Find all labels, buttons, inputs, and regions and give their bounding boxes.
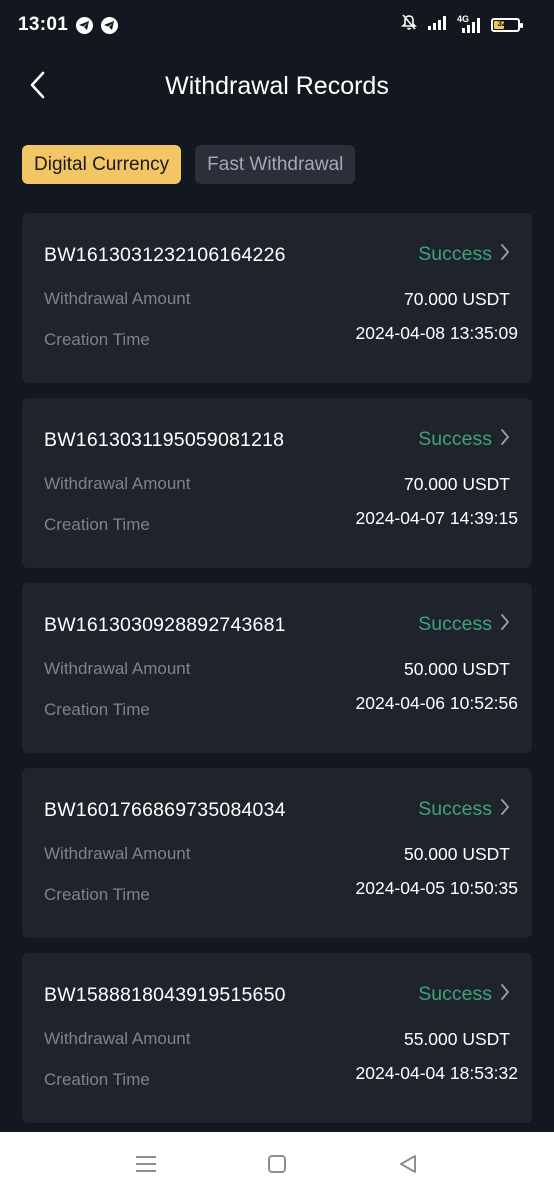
record-card[interactable]: BW1613031232106164226 Success Withdrawal…	[22, 213, 532, 383]
record-status[interactable]: Success	[418, 428, 510, 451]
record-status[interactable]: Success	[418, 243, 510, 266]
amount-label: Withdrawal Amount	[44, 659, 191, 678]
record-status[interactable]: Success	[418, 983, 510, 1006]
home-square-icon	[267, 1154, 287, 1179]
header: Withdrawal Records	[0, 56, 554, 116]
tab-digital-currency[interactable]: Digital Currency	[22, 145, 182, 184]
mute-icon	[401, 14, 417, 36]
record-id: BW1613031232106164226	[44, 244, 286, 266]
status-bar: 13:01 4G 32%	[0, 0, 554, 50]
status-left: 13:01	[18, 14, 119, 36]
record-id: BW1613030928892743681	[44, 614, 286, 636]
status-text: Success	[418, 798, 492, 820]
record-card[interactable]: BW1613030928892743681 Success Withdrawal…	[22, 583, 532, 753]
status-text: Success	[418, 613, 492, 635]
back-nav-button[interactable]	[388, 1146, 428, 1186]
time-label: Creation Time	[44, 330, 150, 349]
system-nav-bar	[0, 1132, 554, 1200]
time-value: 2024-04-04 18:53:32	[355, 1063, 519, 1083]
time-label: Creation Time	[44, 885, 150, 904]
chevron-right-icon	[500, 243, 510, 266]
chevron-left-icon	[29, 71, 45, 104]
status-text: Success	[418, 428, 492, 450]
time-label: Creation Time	[44, 1070, 150, 1089]
battery-level: 32%	[497, 19, 514, 28]
telegram-icon	[76, 16, 94, 34]
record-status[interactable]: Success	[418, 613, 510, 636]
chevron-right-icon	[500, 428, 510, 451]
status-text: Success	[418, 243, 492, 265]
status-time: 13:01	[18, 14, 69, 35]
amount-value: 50.000 USDT	[403, 659, 510, 679]
signal-4g-icon: 4G	[457, 14, 481, 34]
amount-value: 70.000 USDT	[403, 289, 510, 309]
record-status[interactable]: Success	[418, 798, 510, 821]
signal-icon	[427, 15, 447, 36]
time-value: 2024-04-08 13:35:09	[355, 323, 519, 343]
record-id: BW1613031195059081218	[44, 429, 285, 451]
time-value: 2024-04-06 10:52:56	[355, 693, 519, 713]
records-list: BW1613031232106164226 Success Withdrawal…	[22, 213, 532, 1138]
back-triangle-icon	[398, 1154, 418, 1179]
record-id: BW1601766869735084034	[44, 799, 286, 821]
amount-label: Withdrawal Amount	[44, 474, 191, 493]
status-right: 4G 32%	[401, 14, 523, 36]
amount-value: 50.000 USDT	[403, 844, 510, 864]
amount-value: 55.000 USDT	[403, 1029, 510, 1049]
time-value: 2024-04-05 10:50:35	[355, 878, 519, 898]
record-card[interactable]: BW1601766869735084034 Success Withdrawal…	[22, 768, 532, 938]
battery-icon: 32%	[491, 18, 523, 32]
home-button[interactable]	[257, 1146, 297, 1186]
status-text: Success	[418, 983, 492, 1005]
time-value: 2024-04-07 14:39:15	[355, 508, 519, 528]
menu-button[interactable]	[126, 1146, 166, 1186]
page-title: Withdrawal Records	[165, 71, 389, 100]
chevron-right-icon	[500, 798, 510, 821]
telegram-icon	[101, 16, 119, 34]
time-label: Creation Time	[44, 700, 150, 719]
amount-value: 70.000 USDT	[403, 474, 510, 494]
back-button[interactable]	[22, 70, 52, 104]
amount-label: Withdrawal Amount	[44, 844, 191, 863]
chevron-right-icon	[500, 983, 510, 1006]
record-card[interactable]: BW1588818043919515650 Success Withdrawal…	[22, 953, 532, 1123]
menu-icon	[135, 1154, 157, 1179]
amount-label: Withdrawal Amount	[44, 289, 191, 308]
time-label: Creation Time	[44, 515, 150, 534]
tabs: Digital Currency Fast Withdrawal	[22, 145, 356, 184]
record-card[interactable]: BW1613031195059081218 Success Withdrawal…	[22, 398, 532, 568]
chevron-right-icon	[500, 613, 510, 636]
tab-fast-withdrawal[interactable]: Fast Withdrawal	[195, 145, 356, 184]
amount-label: Withdrawal Amount	[44, 1029, 191, 1048]
record-id: BW1588818043919515650	[44, 984, 286, 1006]
